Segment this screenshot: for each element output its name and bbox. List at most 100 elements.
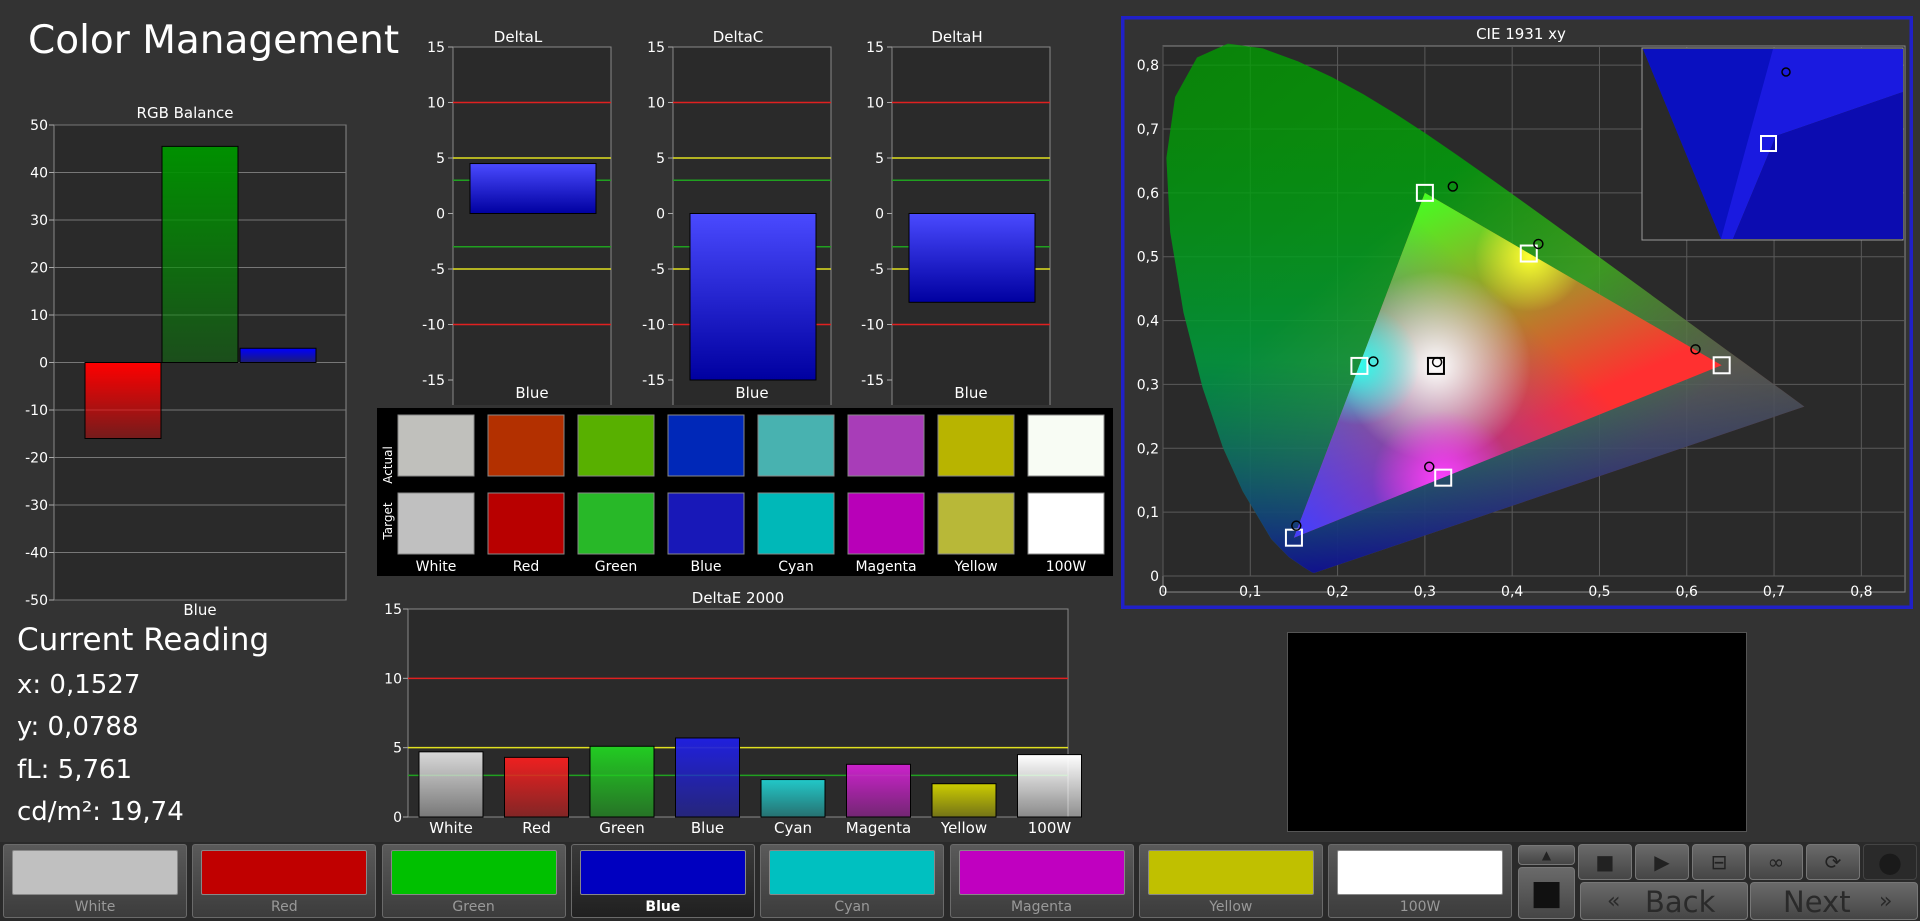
delta-ytick-label: -10 xyxy=(642,318,665,334)
swatch-button-label: 100W xyxy=(1399,899,1441,915)
swatch-name-label: Cyan xyxy=(778,559,814,575)
deltae-bar-yellow xyxy=(931,783,997,818)
delta-ytick-label: 5 xyxy=(656,151,665,167)
cie-xtick-label: 0,7 xyxy=(1763,584,1785,600)
next-label: Next xyxy=(1783,885,1851,919)
rgb-ytick-label: 0 xyxy=(39,356,48,372)
swatch-button-label: Magenta xyxy=(1010,899,1073,915)
deltae-category-label: White xyxy=(429,819,473,837)
actual-swatch-blue xyxy=(667,414,745,477)
delta-ytick-label: 0 xyxy=(436,207,445,223)
deltae-category-label: Yellow xyxy=(940,819,987,837)
deltae-title: DeltaE 2000 xyxy=(692,589,784,607)
swatch-name-label: Magenta xyxy=(855,559,916,575)
window-button[interactable]: ■ xyxy=(1518,867,1575,919)
delta-h-title: DeltaH xyxy=(931,28,982,46)
delta-ytick-label: -5 xyxy=(870,262,884,278)
swatch-button-label: White xyxy=(74,899,116,915)
deltae-bar-red xyxy=(504,756,569,818)
actual-swatch-white xyxy=(397,414,475,477)
deltae-ytick-label: 15 xyxy=(384,602,402,618)
deltae-category-label: 100W xyxy=(1028,819,1072,837)
deltae-ytick-label: 10 xyxy=(384,671,402,687)
target-swatch-magenta xyxy=(847,492,925,555)
back-button[interactable]: « Back xyxy=(1580,882,1748,920)
swatch-name-label: White xyxy=(416,559,457,575)
swatch-button-100w[interactable]: 100W xyxy=(1328,844,1513,918)
target-swatch-green xyxy=(577,492,655,555)
cie-ytick-label: 0,4 xyxy=(1137,314,1159,330)
next-button[interactable]: Next » xyxy=(1750,882,1918,920)
current-reading-title: Current Reading xyxy=(17,622,270,658)
delta-ytick-label: 15 xyxy=(866,40,884,56)
delta-bar-blue xyxy=(469,163,597,215)
target-swatch-white xyxy=(397,492,475,555)
target-swatch-blue xyxy=(667,492,745,555)
cie-ytick-label: 0 xyxy=(1150,569,1159,585)
rgb-bar-red xyxy=(84,362,162,439)
deltae-bar-green xyxy=(589,745,655,818)
rgb-bar-blue xyxy=(239,347,317,363)
swatch-button-label: Yellow xyxy=(1209,899,1253,915)
swatch-button-label: Red xyxy=(270,899,298,915)
swatch-name-label: 100W xyxy=(1046,559,1087,575)
actual-swatch-green xyxy=(577,414,655,477)
deltae-bar-100w xyxy=(1017,754,1082,818)
rgb-ytick-label: -30 xyxy=(25,498,48,514)
rgb-ytick-label: 10 xyxy=(30,308,48,324)
target-swatch-red xyxy=(487,492,565,555)
delta-l-plot-area xyxy=(452,46,612,405)
swatch-button-cyan[interactable]: Cyan xyxy=(760,844,945,918)
delta-ytick-label: -10 xyxy=(861,318,884,334)
swatch-name-label: Yellow xyxy=(953,559,997,575)
status-indicator[interactable]: ● xyxy=(1863,844,1917,880)
play-button[interactable]: ▶ xyxy=(1635,844,1689,880)
swatch-button-yellow[interactable]: Yellow xyxy=(1138,844,1323,918)
swatch-color xyxy=(1147,850,1314,895)
delta-h-category: Blue xyxy=(954,384,987,402)
infinity-icon: ∞ xyxy=(1767,850,1785,874)
delta-ytick-label: 0 xyxy=(656,207,665,223)
deltae-category-label: Green xyxy=(599,819,644,837)
delta-ytick-label: -15 xyxy=(642,373,665,389)
actual-row-label: Actual xyxy=(381,446,395,484)
deltae-bar-blue xyxy=(675,737,740,818)
swatch-button-red[interactable]: Red xyxy=(192,844,377,918)
stop-button[interactable]: ■ xyxy=(1578,844,1632,880)
delta-ytick-label: -15 xyxy=(422,373,445,389)
page-title: Color Management xyxy=(28,18,400,63)
fit-button[interactable]: ⊟ xyxy=(1692,844,1746,880)
deltae-chart: DeltaE 2000 15 10 5 0 White Red Green Blue Cyan… xyxy=(384,589,1082,837)
play-icon: ▶ xyxy=(1654,850,1670,874)
cie-ytick-label: 0,2 xyxy=(1137,441,1159,457)
swatch-button-label: Cyan xyxy=(834,899,870,915)
deltae-bar-cyan xyxy=(760,779,826,818)
delta-ytick-label: -5 xyxy=(651,262,665,278)
rgb-ytick-label: 40 xyxy=(30,166,48,182)
swatch-button-label: Green xyxy=(452,899,495,915)
delta-ytick-label: 15 xyxy=(427,40,445,56)
cie-chart[interactable]: CIE 1931 xy 0 0,1 0,2 0,3 0,4 0,5 0,6 0,7 0,8 0,8… xyxy=(1121,16,1913,609)
back-arrow-icon: « xyxy=(1607,889,1621,914)
actual-swatch-yellow xyxy=(937,414,1015,477)
swatch-button-white[interactable]: White xyxy=(3,844,187,918)
delta-ytick-label: 5 xyxy=(875,151,884,167)
target-row-label: Target xyxy=(381,502,395,540)
fit-icon: ⊟ xyxy=(1710,850,1728,874)
cie-xtick-label: 0,6 xyxy=(1676,584,1698,600)
refresh-button[interactable]: ⟳ xyxy=(1806,844,1860,880)
continuous-button[interactable]: ∞ xyxy=(1749,844,1803,880)
swatch-button-green[interactable]: Green xyxy=(381,844,566,918)
deltae-category-label: Blue xyxy=(691,819,724,837)
delta-ytick-label: -10 xyxy=(422,318,445,334)
swatch-button-magenta[interactable]: Magenta xyxy=(949,844,1134,918)
rgb-ytick-label: -40 xyxy=(25,546,48,562)
cie-ytick-label: 0,3 xyxy=(1137,377,1159,393)
back-label: Back xyxy=(1645,885,1716,919)
swatch-button-blue[interactable]: Blue xyxy=(570,844,755,918)
cie-xtick-label: 0 xyxy=(1159,584,1168,600)
rgb-ytick-label: 20 xyxy=(30,261,48,277)
scroll-up-button[interactable]: ▲ xyxy=(1518,845,1575,865)
deltae-ytick-label: 0 xyxy=(393,810,402,826)
rgb-ytick-label: -10 xyxy=(25,403,48,419)
